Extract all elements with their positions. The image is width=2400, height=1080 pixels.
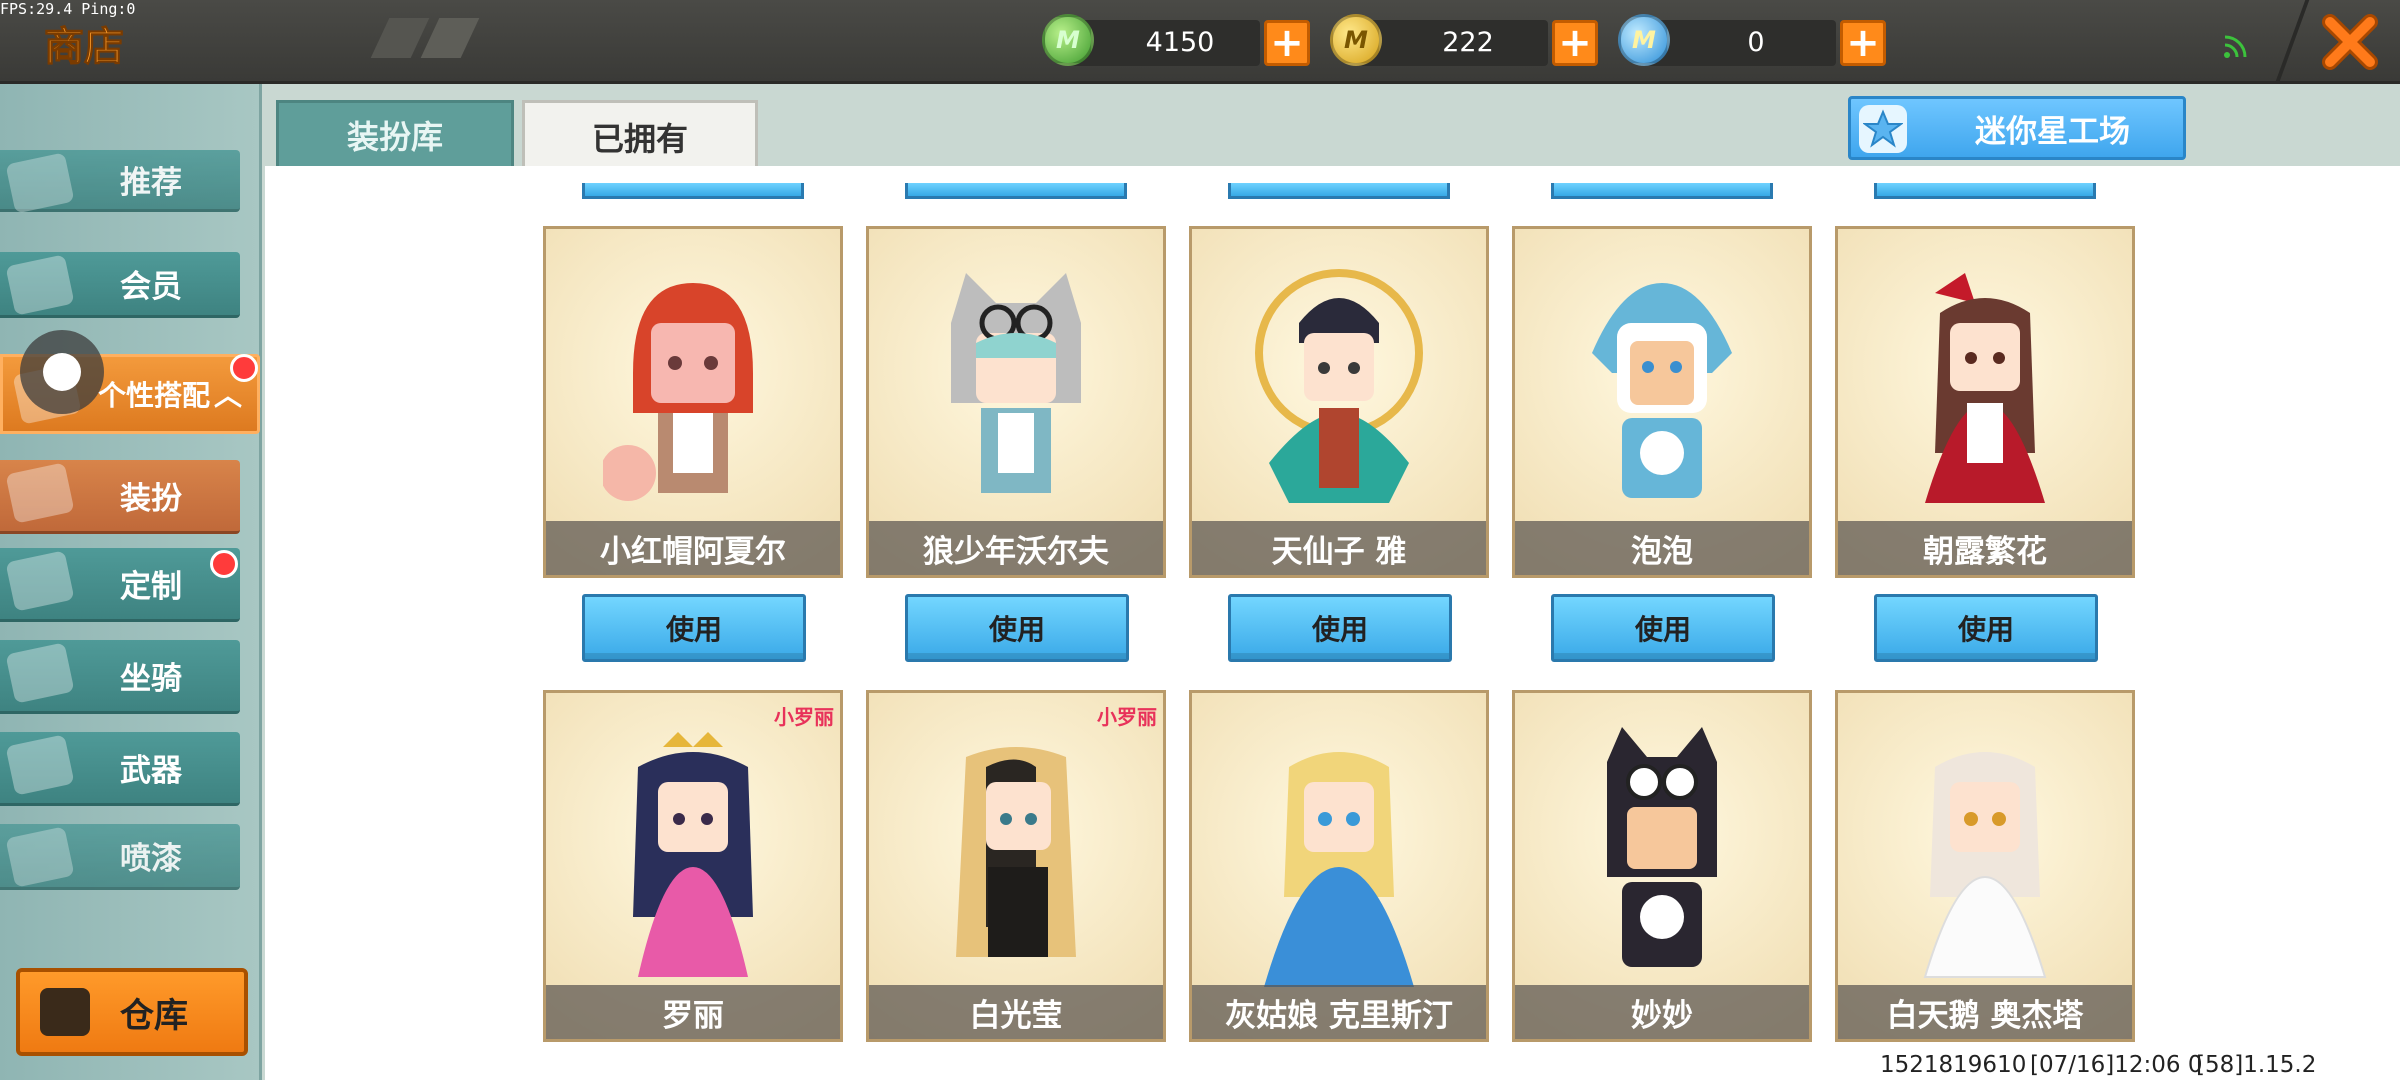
pencil-icon [5, 550, 75, 612]
sidebar-item-label: 装扮 [120, 481, 182, 517]
xiaoluoli-brand-logo: 小罗丽 [1097, 705, 1157, 729]
use-button-offscreen[interactable] [582, 183, 804, 199]
use-outfit-button[interactable]: 使用 [905, 594, 1129, 662]
use-outfit-button[interactable]: 使用 [1228, 594, 1452, 662]
wifi-signal-icon [2224, 35, 2247, 58]
pistol-icon [5, 734, 75, 796]
saddle-icon [5, 642, 75, 704]
chest-icon [40, 988, 90, 1036]
add-blue-currency-button[interactable]: + [1840, 20, 1886, 66]
outfit-card[interactable]: 朝露繁花 [1835, 226, 2135, 578]
outfit-card[interactable]: 小红帽阿夏尔 [543, 226, 843, 578]
red-riding-hood-avatar [603, 283, 753, 501]
use-button-offscreen[interactable] [905, 183, 1127, 199]
outfit-name: 罗丽 [546, 985, 840, 1039]
workshop-label: 迷你星工场 [1975, 113, 2130, 150]
sidebar-item-label: 喷漆 [120, 841, 182, 877]
sidebar-item-label: 推荐 [120, 165, 182, 201]
outfit-name: 灰姑娘 克里斯汀 [1192, 985, 1486, 1039]
sidebar-item-label: 个性搭配 [98, 379, 211, 412]
currency-value-green: 4150 [1145, 27, 1215, 58]
touch-cursor [20, 330, 104, 414]
outfit-card[interactable]: 妙妙 [1512, 690, 1812, 1042]
blue-star-coin-icon: M [1618, 14, 1670, 66]
sidebar-item-label: 武器 [120, 753, 182, 789]
decor-stripe [420, 18, 480, 58]
mini-workshop-button[interactable]: 迷你星工场 [1848, 96, 2186, 160]
outfit-card[interactable]: 泡泡 [1512, 226, 1812, 578]
use-button-offscreen[interactable] [1228, 183, 1450, 199]
user-id: 1521819610 [1880, 1052, 2027, 1078]
star-icon [1859, 105, 1907, 153]
outfit-card[interactable]: 小罗丽 白光莹 [866, 690, 1166, 1042]
sidebar-item-custom[interactable]: 定制 [0, 548, 240, 622]
outfit-name: 狼少年沃尔夫 [869, 521, 1163, 575]
close-button[interactable] [2300, 0, 2400, 84]
use-outfit-button[interactable]: 使用 [582, 594, 806, 662]
use-button-offscreen[interactable] [1551, 183, 1773, 199]
use-button-offscreen[interactable] [1874, 183, 2096, 199]
currency-value-blue: 0 [1747, 27, 1765, 58]
outfit-name: 小红帽阿夏尔 [546, 521, 840, 575]
sidebar: 推荐 会员 个性搭配 ︿ 装扮 定制 坐骑 武器 喷漆 [0, 84, 262, 1080]
version-label: [58]1.15.2 [2196, 1052, 2317, 1078]
sidebar-item-label: 会员 [120, 269, 182, 305]
sidebar-item-weapon[interactable]: 武器 [0, 732, 240, 806]
outfit-card[interactable]: 白天鹅 奥杰塔 [1835, 690, 2135, 1042]
decor-stripe [370, 18, 430, 58]
outfit-card[interactable]: 天仙子 雅 [1189, 226, 1489, 578]
top-bar: FPS:29.4 Ping:0 商店 M 4150 + M 222 + M 0 … [0, 0, 2400, 84]
sidebar-item-spray[interactable]: 喷漆 [0, 824, 240, 890]
add-gold-currency-button[interactable]: + [1552, 20, 1598, 66]
vip-badge-icon [5, 254, 75, 316]
spray-can-icon [5, 826, 75, 888]
page-title: 商店 [44, 24, 125, 71]
cinderella-kristin-avatar [1264, 752, 1414, 987]
green-gem-coin-icon: M [1042, 14, 1094, 66]
timestamp: [07/16]12:06 0 [2030, 1052, 2203, 1078]
outfit-name: 白天鹅 奥杰塔 [1838, 985, 2132, 1039]
sidebar-item-label: 定制 [120, 569, 182, 605]
fairy-ya-avatar [1255, 269, 1423, 503]
wolf-boy-avatar [951, 273, 1081, 493]
use-outfit-button[interactable]: 使用 [1551, 594, 1775, 662]
white-swan-odette-avatar [1923, 752, 2047, 978]
outfit-name: 妙妙 [1515, 985, 1809, 1039]
add-green-currency-button[interactable]: + [1264, 20, 1310, 66]
notification-dot [230, 354, 258, 382]
warehouse-button[interactable]: 仓库 [16, 968, 248, 1056]
tab-owned[interactable]: 已拥有 [522, 100, 758, 170]
gold-coin-icon: M [1330, 14, 1382, 66]
miaomiao-cat-avatar [1607, 727, 1717, 967]
luoli-avatar [633, 732, 753, 977]
warehouse-label: 仓库 [120, 995, 188, 1036]
outfit-name: 泡泡 [1515, 521, 1809, 575]
sidebar-item-label: 坐骑 [120, 661, 182, 697]
morning-dew-blossom-avatar [1925, 273, 2045, 503]
notification-dot [210, 550, 238, 578]
use-outfit-button[interactable]: 使用 [1874, 594, 2098, 662]
sidebar-item-mount[interactable]: 坐骑 [0, 640, 240, 714]
shirt-icon [5, 462, 75, 524]
sidebar-item-recommended[interactable]: 推荐 [0, 150, 240, 214]
sidebar-item-outfit[interactable]: 装扮 [0, 460, 240, 534]
bubble-shark-avatar [1592, 283, 1732, 498]
outfit-card[interactable]: 狼少年沃尔夫 [866, 226, 1166, 578]
outfit-name: 朝露繁花 [1838, 521, 2132, 575]
outfit-name: 天仙子 雅 [1192, 521, 1486, 575]
outfit-card[interactable]: 灰姑娘 克里斯汀 [1189, 690, 1489, 1042]
close-icon [2322, 14, 2378, 70]
xiaoluoli-brand-logo: 小罗丽 [774, 705, 834, 729]
outfit-card[interactable]: 小罗丽 罗丽 [543, 690, 843, 1042]
thumbs-up-icon [5, 152, 75, 214]
currency-value-gold: 222 [1442, 27, 1494, 58]
outfit-name: 白光莹 [869, 985, 1163, 1039]
tab-outfit-library[interactable]: 装扮库 [276, 100, 514, 166]
bai-guangying-avatar [956, 747, 1076, 957]
sidebar-item-vip[interactable]: 会员 [0, 252, 240, 318]
